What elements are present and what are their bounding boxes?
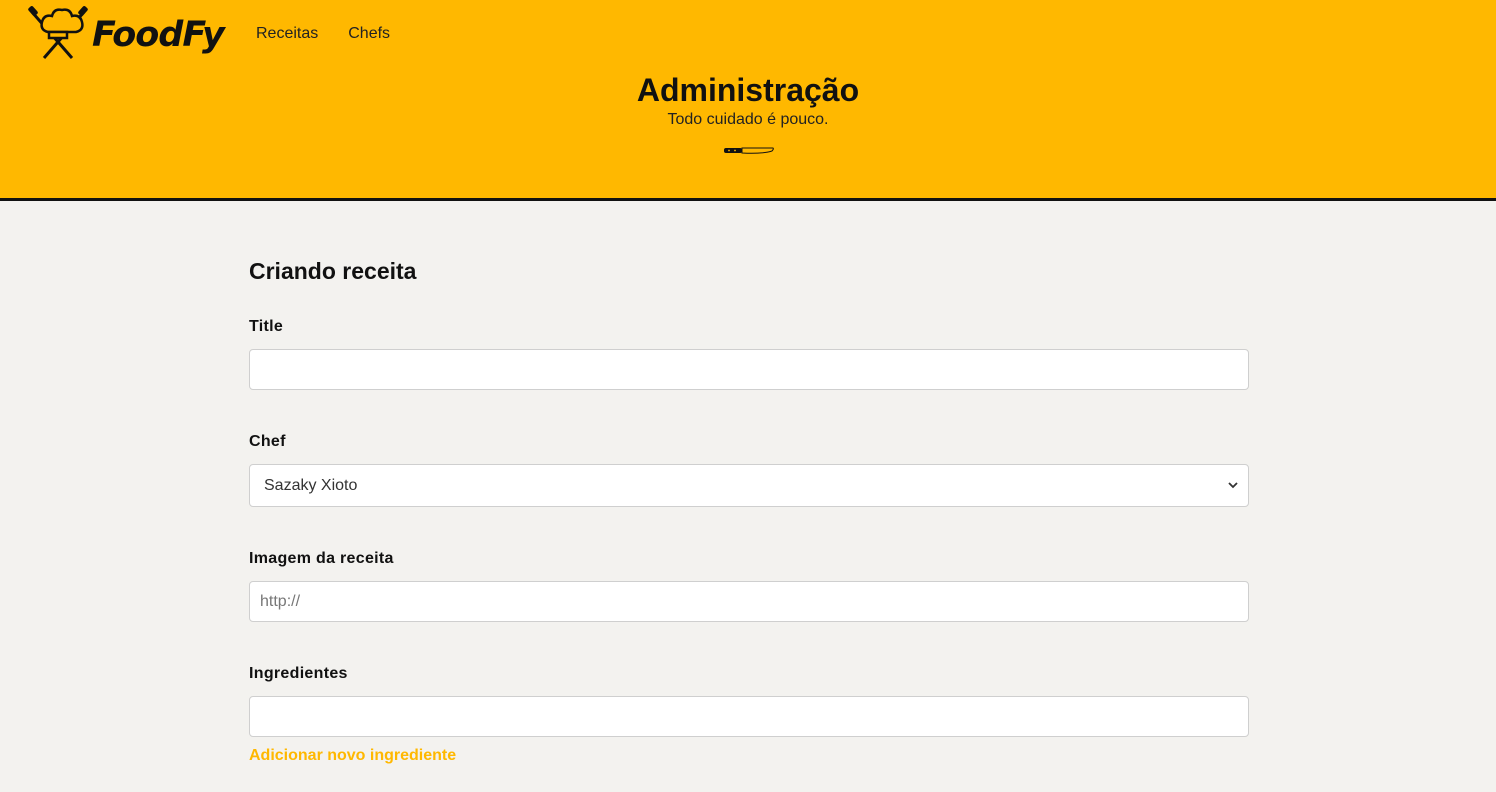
chef-select[interactable]: Sazaky Xioto <box>249 464 1249 507</box>
ingredient-input[interactable] <box>249 696 1249 737</box>
page-title: Administração <box>636 72 860 108</box>
title-input[interactable] <box>249 349 1249 390</box>
ingredients-label: Ingredientes <box>249 665 348 682</box>
brand-logo[interactable]: FoodFy <box>26 6 225 62</box>
main-nav: Receitas Chefs <box>256 25 390 43</box>
nav-link-chefs[interactable]: Chefs <box>348 25 390 43</box>
add-ingredient-link[interactable]: Adicionar novo ingrediente <box>249 747 456 765</box>
form-heading: Criando receita <box>249 258 417 284</box>
chef-select-value[interactable]: Sazaky Xioto <box>249 464 1249 507</box>
site-header: FoodFy Receitas Chefs Administração Todo… <box>0 0 1496 201</box>
image-label: Imagem da receita <box>249 550 394 567</box>
chef-hat-knives-icon <box>28 6 88 59</box>
brand-name: FoodFy <box>92 15 225 55</box>
page-subtitle: Todo cuidado é pouco. <box>667 111 829 128</box>
knife-icon <box>724 147 774 154</box>
image-url-input[interactable] <box>249 581 1249 622</box>
title-label: Title <box>249 318 284 335</box>
chevron-down-icon <box>1228 482 1238 489</box>
nav-link-receitas[interactable]: Receitas <box>256 25 318 43</box>
chef-label: Chef <box>249 433 286 450</box>
